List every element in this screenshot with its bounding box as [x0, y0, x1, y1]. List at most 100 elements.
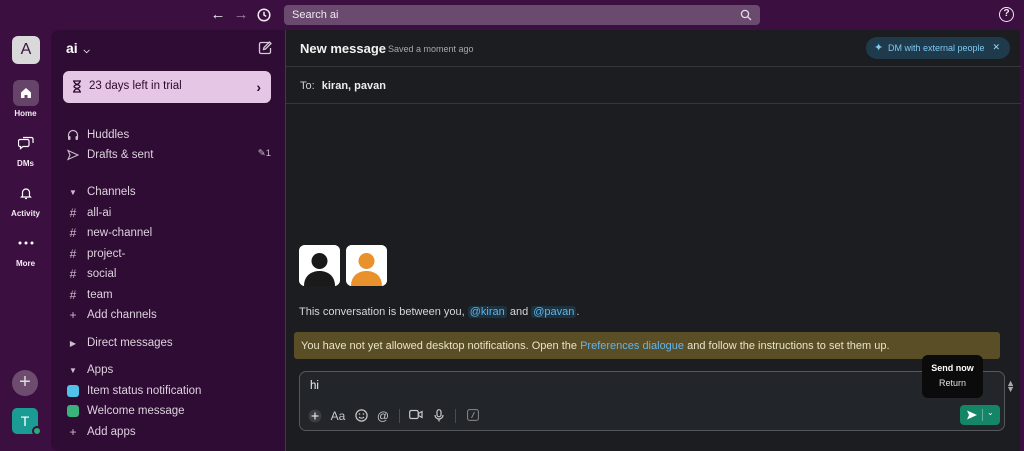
channel-name: new-channel: [87, 227, 153, 239]
recipient-names: kiran, pavan: [321, 80, 386, 92]
send-button[interactable]: ⌄: [960, 405, 1000, 425]
sidebar-channel-new-channel[interactable]: # new-channel: [65, 224, 273, 242]
add-apps-button[interactable]: + Add apps: [65, 423, 273, 441]
caret-right-icon: ▶: [69, 338, 77, 348]
recipients-field[interactable]: To: kiran, pavan: [286, 66, 1021, 104]
conv-suffix: .: [576, 306, 580, 318]
slash-command-icon[interactable]: [466, 409, 480, 423]
rail-activity[interactable]: Activity: [0, 180, 51, 218]
caret-down-icon: ▼: [69, 187, 77, 197]
mention-at-icon[interactable]: @: [376, 409, 390, 423]
channels-section-header[interactable]: ▼ Channels: [65, 183, 273, 201]
message-composer[interactable]: hi Aa @ ⌄: [299, 371, 1005, 431]
drafts-count: 1: [265, 148, 271, 159]
avatar-kiran[interactable]: [299, 245, 340, 286]
hash-icon: #: [69, 206, 77, 220]
channel-name: social: [87, 268, 117, 280]
sidebar-app-item-status[interactable]: Item status notification: [65, 382, 273, 400]
avatar-pavan[interactable]: [346, 245, 387, 286]
dms-icon: [13, 130, 39, 156]
emoji-icon[interactable]: [354, 409, 368, 423]
headphones-icon: [65, 129, 81, 141]
sidebar-channel-project[interactable]: # project-: [65, 245, 273, 263]
hash-icon: #: [69, 247, 77, 261]
drafts-count-badge: ✎1: [258, 148, 271, 159]
send-options-chevron-icon[interactable]: ⌄: [987, 408, 994, 417]
chevron-right-icon: ›: [256, 79, 261, 95]
notif-prefix: You have not yet allowed desktop notific…: [301, 340, 578, 352]
hash-icon: #: [69, 226, 77, 240]
microphone-icon[interactable]: [432, 409, 446, 423]
toolbar-divider: [455, 409, 456, 423]
back-arrow-icon[interactable]: ←: [208, 5, 228, 25]
bell-icon: [13, 180, 39, 206]
chevron-down-icon: ⌵: [83, 46, 90, 55]
workspace-rail: A Home DMs Activity More + T: [0, 30, 51, 451]
rail-more[interactable]: More: [0, 230, 51, 268]
search-input[interactable]: Search ai: [284, 5, 760, 25]
workspace-avatar[interactable]: A: [12, 36, 40, 64]
tooltip-shortcut: Return: [938, 378, 966, 388]
add-channels-button[interactable]: + Add channels: [65, 306, 273, 324]
sidebar-item-label: Huddles: [87, 129, 130, 141]
close-icon[interactable]: ✕: [992, 42, 1000, 53]
top-bar: ← → Search ai ?: [0, 0, 1024, 30]
rail-home[interactable]: Home: [0, 80, 51, 118]
message-pane: New message Saved a moment ago ✦ DM with…: [285, 30, 1021, 451]
mention-pavan[interactable]: @pavan: [531, 306, 577, 318]
send-tooltip: Send now Return: [922, 355, 983, 398]
send-split-divider: [982, 409, 983, 421]
apps-section-header[interactable]: ▼ Apps: [65, 361, 273, 379]
pencil-icon: ✎: [257, 148, 266, 159]
app-name: Welcome message: [87, 405, 185, 417]
sidebar-item-huddles[interactable]: Huddles: [65, 126, 273, 144]
app-welcome-icon: [67, 405, 79, 417]
resize-handle-icon[interactable]: ▲ ▼: [1006, 379, 1015, 394]
notif-suffix: and follow the instructions to set them …: [687, 340, 890, 352]
preferences-link[interactable]: Preferences dialogue: [580, 340, 684, 352]
channel-sidebar: ai ⌵ 23 days left in trial › Huddles Dra…: [51, 30, 285, 451]
hourglass-icon: [73, 80, 81, 93]
rail-more-label: More: [15, 259, 36, 268]
search-icon: [740, 9, 752, 21]
sidebar-item-label: Drafts & sent: [87, 149, 154, 161]
add-apps-label: Add apps: [87, 426, 136, 438]
presence-indicator: [32, 426, 42, 436]
channel-name: project-: [87, 248, 126, 260]
external-dm-label: DM with external people: [888, 43, 985, 53]
mention-kiran[interactable]: @kiran: [467, 306, 507, 318]
plus-circle-icon[interactable]: [308, 409, 322, 423]
more-dots-icon: [13, 230, 39, 256]
rail-dms-label: DMs: [17, 159, 34, 168]
caret-down-icon: ▼: [69, 365, 77, 375]
sidebar-channel-all-ai[interactable]: # all-ai: [65, 204, 273, 222]
rail-home-label: Home: [14, 109, 37, 118]
sidebar-channel-social[interactable]: # social: [65, 265, 273, 283]
forward-arrow-icon[interactable]: →: [231, 5, 251, 25]
tooltip-title: Send now: [931, 363, 974, 373]
add-workspace-button[interactable]: +: [12, 370, 38, 396]
direct-messages-section-header[interactable]: ▶ Direct messages: [65, 334, 273, 352]
composer-text[interactable]: hi: [310, 380, 319, 392]
compose-icon[interactable]: [257, 40, 273, 56]
saved-status: Saved a moment ago: [388, 44, 474, 54]
section-label: Channels: [87, 186, 136, 198]
sidebar-app-welcome[interactable]: Welcome message: [65, 402, 273, 420]
sidebar-item-drafts[interactable]: Drafts & sent ✎1: [65, 146, 273, 164]
workspace-name-button[interactable]: ai ⌵: [66, 40, 90, 56]
page-title: New message: [300, 41, 386, 56]
history-clock-icon[interactable]: [254, 5, 274, 25]
video-icon[interactable]: [409, 409, 423, 423]
text-format-icon[interactable]: Aa: [330, 409, 346, 423]
hash-icon: #: [69, 288, 77, 302]
help-icon[interactable]: ?: [999, 7, 1014, 22]
trial-banner[interactable]: 23 days left in trial ›: [63, 71, 271, 103]
plus-icon: +: [69, 425, 77, 439]
hash-icon: #: [69, 267, 77, 281]
workspace-name: ai: [66, 40, 78, 56]
app-status-icon: [67, 385, 79, 397]
external-dm-button[interactable]: ✦ DM with external people ✕: [866, 37, 1010, 59]
sidebar-channel-team[interactable]: # team: [65, 286, 273, 304]
rail-dms[interactable]: DMs: [0, 130, 51, 168]
send-icon: [967, 410, 977, 420]
